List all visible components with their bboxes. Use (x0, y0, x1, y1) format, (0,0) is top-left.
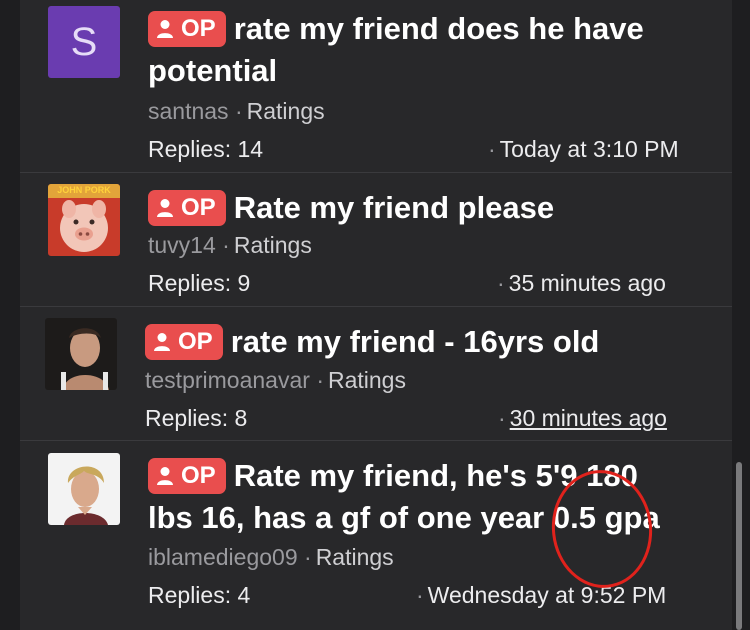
last-post-time[interactable]: · Today at 3:10 PM (488, 135, 679, 163)
forum-link[interactable]: Ratings (234, 232, 312, 258)
forum-link[interactable]: Ratings (328, 367, 406, 393)
user-icon (154, 333, 170, 351)
avatar[interactable]: JOHN PORK (48, 184, 120, 256)
profile-photo-icon (48, 453, 120, 525)
op-badge: OP (145, 324, 223, 360)
divider (20, 306, 732, 307)
divider (20, 172, 732, 173)
avatar[interactable] (48, 453, 120, 525)
reply-count: Replies: 8 (145, 405, 248, 431)
reply-count: Replies: 4 (148, 582, 251, 608)
thread-author[interactable]: testprimoanavar (145, 367, 310, 393)
reply-count: Replies: 14 (148, 136, 264, 162)
thread-title[interactable]: OP rate my friend - 16yrs old (145, 321, 685, 363)
last-post-time[interactable]: · Wednesday at 9:52 PM (416, 581, 666, 609)
reply-count: Replies: 9 (148, 270, 251, 296)
profile-photo-icon (45, 318, 117, 390)
scrollbar-thumb[interactable] (736, 462, 742, 630)
thread-meta: testprimoanavar · Ratings (145, 367, 406, 393)
user-icon (157, 199, 173, 217)
user-icon (157, 20, 173, 38)
op-badge: OP (148, 190, 226, 226)
op-badge: OP (148, 11, 226, 47)
avatar-letter: S (70, 19, 98, 64)
last-post-time[interactable]: · 30 minutes ago (498, 404, 667, 432)
op-badge: OP (148, 458, 226, 494)
forum-link[interactable]: Ratings (247, 98, 325, 124)
user-icon (157, 467, 173, 485)
thread-meta: santnas · Ratings (148, 98, 325, 124)
thread-title[interactable]: OP rate my friend does he have potential (148, 8, 688, 92)
avatar-caption: JOHN PORK (57, 185, 111, 195)
avatar[interactable] (45, 318, 117, 390)
thread-meta: iblamediego09 · Ratings (148, 544, 394, 570)
avatar[interactable]: S (48, 6, 120, 78)
thread-author[interactable]: iblamediego09 (148, 544, 298, 570)
thread-title[interactable]: OP Rate my friend please (148, 187, 688, 229)
thread-author[interactable]: tuvy14 (148, 232, 216, 258)
last-post-time[interactable]: · 35 minutes ago (497, 269, 666, 297)
thread-meta: tuvy14 · Ratings (148, 232, 312, 258)
thread-author[interactable]: santnas (148, 98, 229, 124)
forum-link[interactable]: Ratings (316, 544, 394, 570)
divider (20, 440, 732, 441)
